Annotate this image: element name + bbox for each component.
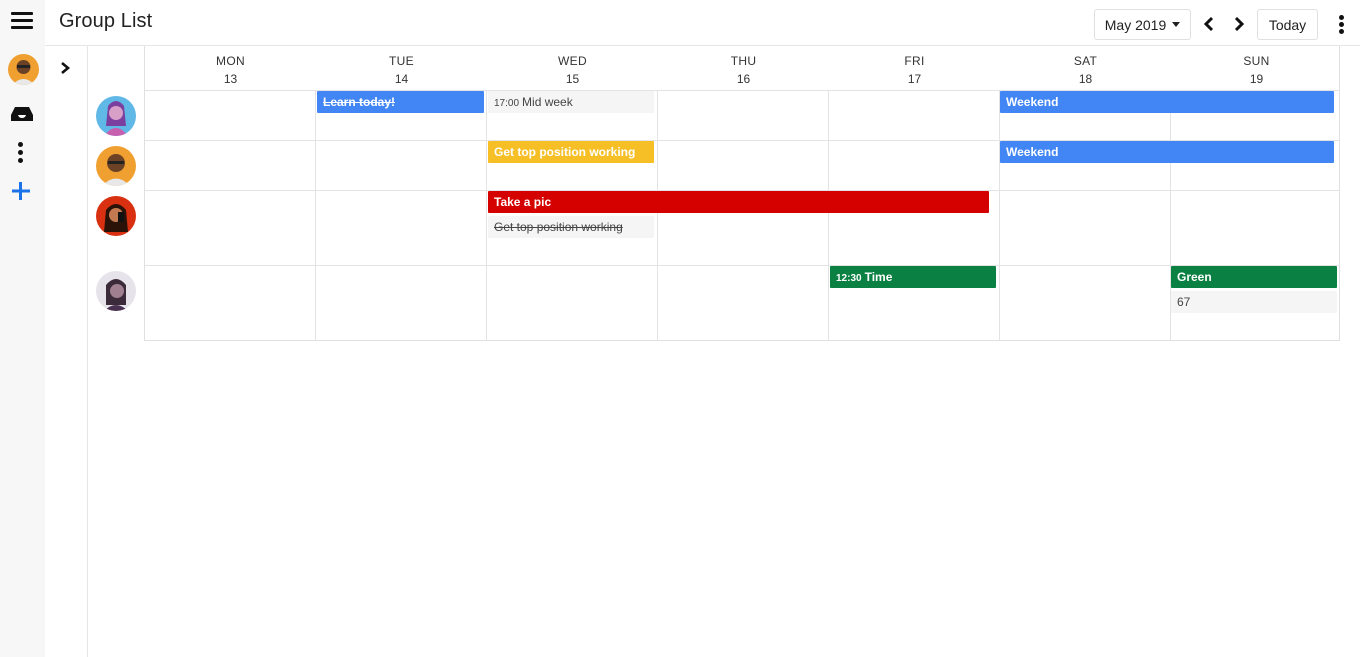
event-learn-today[interactable]: Learn today! [317,91,484,113]
chevron-right-icon[interactable] [1231,14,1247,34]
rail-user-avatar[interactable] [8,54,39,85]
day-date: 14 [394,72,409,86]
day-divider [999,90,1000,340]
day-date: 18 [1078,72,1093,86]
event-green[interactable]: Green [1171,266,1337,288]
day-divider [486,90,487,340]
event-label: Time [864,270,893,284]
day-header-thu: THU 16 [658,46,829,90]
event-time[interactable]: 12:30 Time [830,266,996,288]
day-name: SAT [1073,54,1098,68]
event-label: Weekend [1006,145,1059,159]
day-name: WED [558,54,587,68]
group-column-divider [87,46,88,657]
group-avatar[interactable] [96,146,136,186]
event-get-top-position[interactable]: Get top position working [488,141,654,163]
app: Group List May 2019 Today MON 13 TUE 14 … [0,0,1360,657]
month-selector-label: May 2019 [1104,16,1167,33]
event-label: Mid week [522,95,573,109]
day-date: 15 [565,72,580,86]
day-date: 17 [907,72,922,86]
today-button[interactable]: Today [1257,9,1318,40]
chevron-left-icon[interactable] [1201,14,1217,34]
day-name: SUN [1243,54,1270,68]
event-label: Weekend [1006,95,1059,109]
event-label: Take a pic [494,195,552,209]
inbox-icon[interactable] [10,104,34,124]
day-name: FRI [904,54,925,68]
event-label: Get top position working [494,145,636,159]
month-selector-button[interactable]: May 2019 [1094,9,1191,40]
day-divider [657,90,658,340]
event-get-top-position-done[interactable]: Get top position working [488,216,654,238]
caret-down-icon [1172,22,1181,27]
day-date: 16 [736,72,751,86]
calendar-grid: MON 13 TUE 14 WED 15 THU 16 FRI 17 SAT 1… [144,46,1340,341]
event-label: Get top position working [494,220,623,234]
day-name: MON [216,54,245,68]
event-weekend[interactable]: Weekend [1000,91,1334,113]
day-divider [828,90,829,340]
row-divider [145,265,1340,266]
more-vertical-icon[interactable] [1339,15,1345,37]
day-divider [315,90,316,340]
menu-icon[interactable] [11,12,33,32]
day-date: 13 [223,72,238,86]
day-header-sun: SUN 19 [1171,46,1342,90]
page-title: Group List [59,10,153,32]
plus-icon[interactable] [10,180,32,202]
event-label: Green [1177,270,1212,284]
event-mid-week[interactable]: 17:00 Mid week [488,91,654,113]
day-name: TUE [389,54,414,68]
event-label: 67 [1177,295,1191,309]
more-vertical-icon[interactable] [18,142,24,164]
group-avatar[interactable] [96,271,136,311]
event-weekend[interactable]: Weekend [1000,141,1334,163]
left-rail [0,0,45,657]
group-avatar[interactable] [96,96,136,136]
day-header-tue: TUE 14 [316,46,487,90]
chevron-right-icon[interactable] [58,60,72,76]
day-header-fri: FRI 17 [829,46,1000,90]
day-header-wed: WED 15 [487,46,658,90]
event-take-a-pic[interactable]: Take a pic [488,191,989,213]
day-name: THU [730,54,757,68]
event-67[interactable]: 67 [1171,291,1337,313]
event-label: Learn today! [323,95,396,109]
group-avatar[interactable] [96,196,136,236]
day-header-mon: MON 13 [145,46,316,90]
event-time: 12:30 [836,273,862,284]
day-date: 19 [1249,72,1264,86]
event-time: 17:00 [494,98,520,109]
day-header-sat: SAT 18 [1000,46,1171,90]
